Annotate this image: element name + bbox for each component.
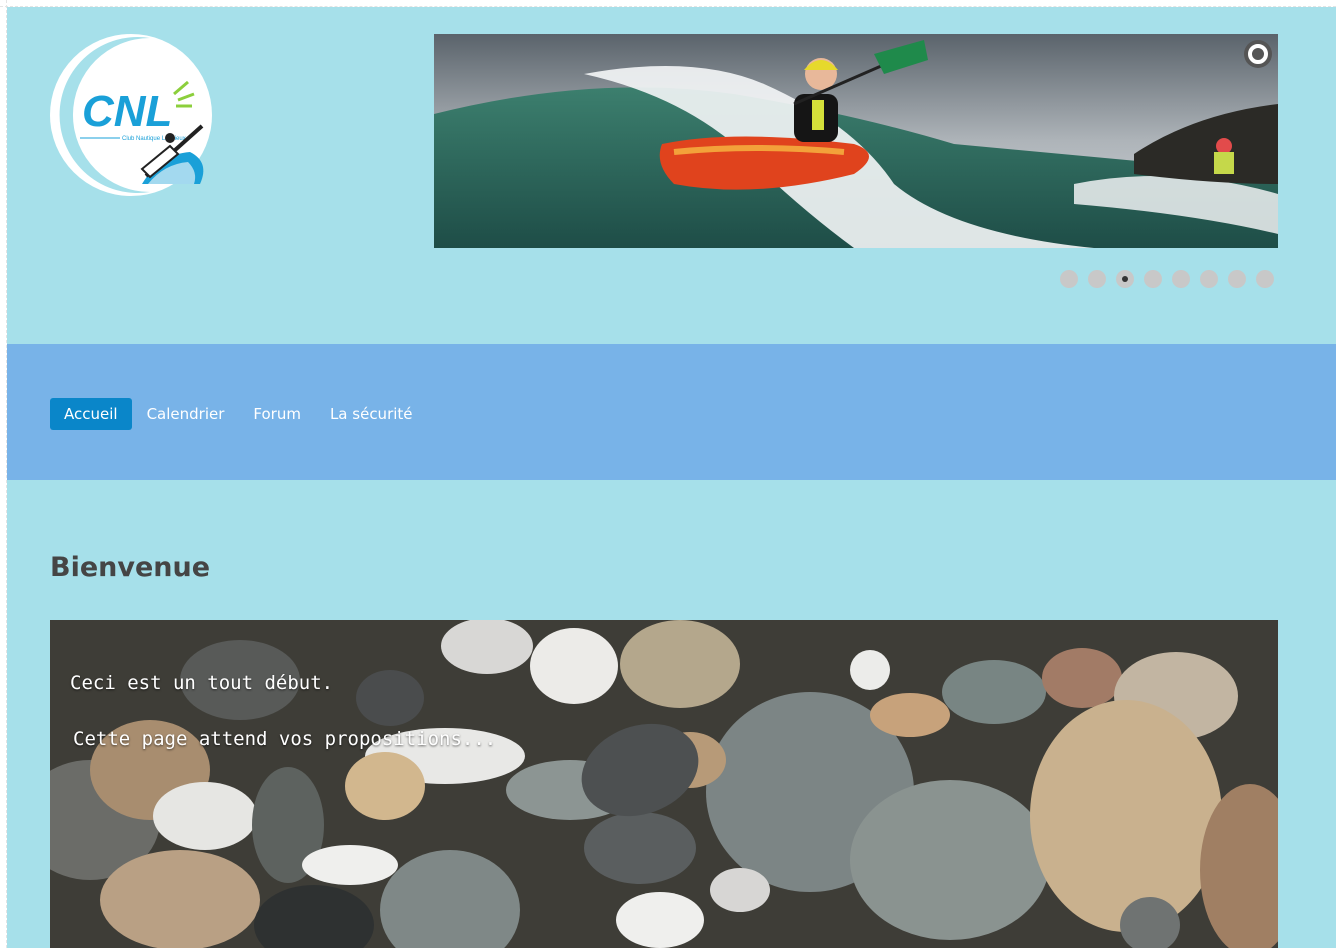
pause-ring-icon[interactable] xyxy=(1242,38,1274,70)
hero-text-line-2: Cette page attend vos propositions... xyxy=(73,728,497,750)
main-menu: Accueil Calendrier Forum La sécurité xyxy=(50,398,428,430)
slide-dot-6[interactable] xyxy=(1200,270,1218,288)
page-left-border xyxy=(0,0,7,948)
logo-subtitle: Club Nautique Lancieux xyxy=(122,136,186,142)
slide-dot-5[interactable] xyxy=(1172,270,1190,288)
nav-item-securite[interactable]: La sécurité xyxy=(316,398,427,430)
slide-dot-2[interactable] xyxy=(1088,270,1106,288)
slide-dot-4[interactable] xyxy=(1144,270,1162,288)
page-container: CNL Club Nautique Lancieux Accueil Calen… xyxy=(7,7,1336,948)
slide-dot-7[interactable] xyxy=(1228,270,1246,288)
nav-item-calendrier[interactable]: Calendrier xyxy=(133,398,239,430)
slide-dot-3[interactable] xyxy=(1116,270,1134,288)
logo-graphic: CNL Club Nautique Lancieux xyxy=(50,34,212,196)
page-title: Bienvenue xyxy=(50,552,211,583)
page-top-border xyxy=(0,0,1336,7)
nav-item-accueil[interactable]: Accueil xyxy=(50,398,132,430)
header-slideshow[interactable] xyxy=(434,34,1278,248)
slideshow-pager xyxy=(1060,270,1274,288)
site-logo[interactable]: CNL Club Nautique Lancieux xyxy=(50,34,212,196)
hero-banner: Ceci est un tout début. Cette page atten… xyxy=(50,620,1278,948)
slide-dot-1[interactable] xyxy=(1060,270,1078,288)
nav-item-forum[interactable]: Forum xyxy=(239,398,315,430)
kayak-slide-image xyxy=(434,34,1278,248)
slide-dot-8[interactable] xyxy=(1256,270,1274,288)
svg-text:CNL: CNL xyxy=(82,87,172,136)
main-navigation-bar: Accueil Calendrier Forum La sécurité xyxy=(7,344,1336,480)
hero-text-line-1: Ceci est un tout début. xyxy=(70,672,334,694)
pebbles-image xyxy=(50,620,1278,948)
